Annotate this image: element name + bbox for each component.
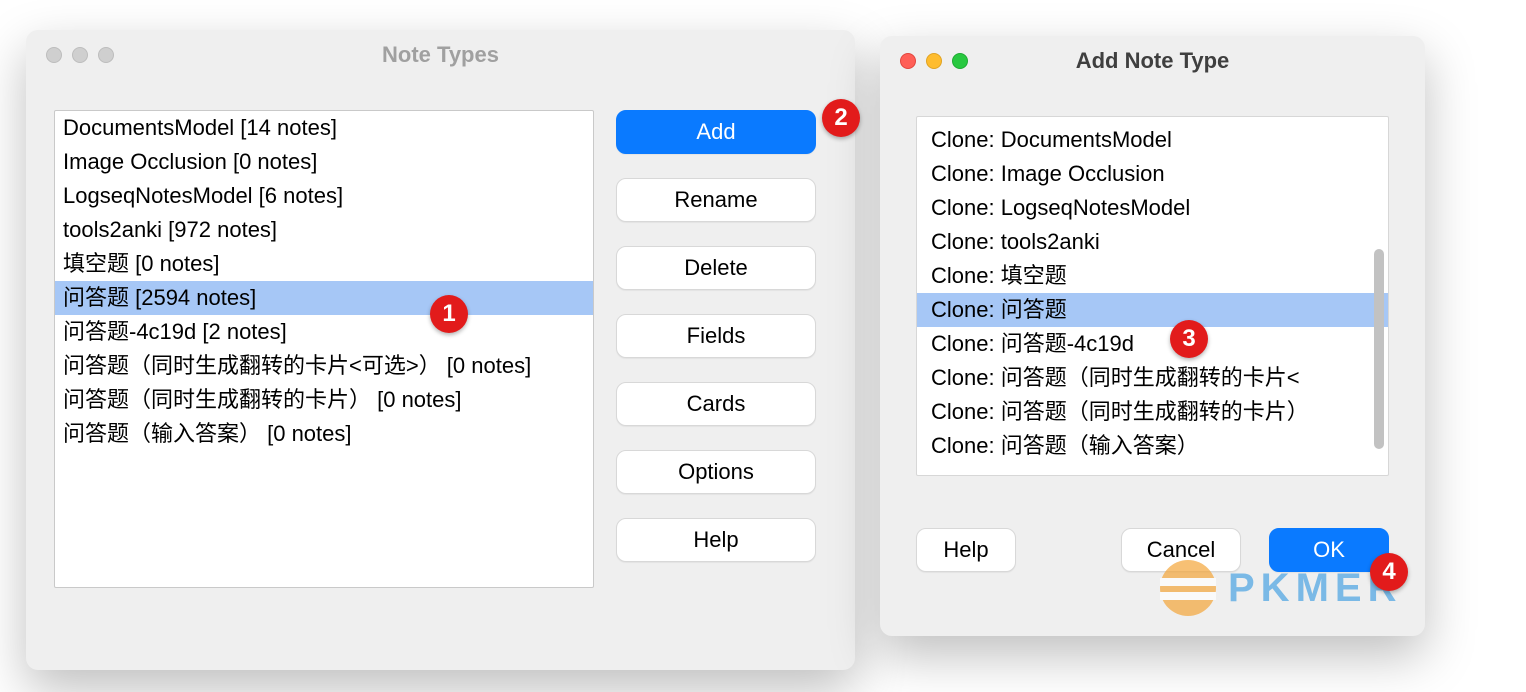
- list-item[interactable]: 问答题（输入答案） [0 notes]: [55, 417, 593, 451]
- window-title: Note Types: [26, 42, 855, 68]
- annotation-badge-4: 4: [1370, 553, 1408, 591]
- list-item[interactable]: Clone: tools2anki: [931, 225, 1382, 259]
- note-types-list[interactable]: DocumentsModel [14 notes]Image Occlusion…: [54, 110, 594, 588]
- list-item[interactable]: LogseqNotesModel [6 notes]: [55, 179, 593, 213]
- dialog-footer: Help Cancel OK: [916, 528, 1389, 572]
- list-item[interactable]: Clone: 问答题（输入答案）: [931, 429, 1382, 463]
- clone-source-list[interactable]: Clone: DocumentsModelClone: Image Occlus…: [916, 116, 1389, 476]
- help-button[interactable]: Help: [616, 518, 816, 562]
- list-item[interactable]: Clone: Image Occlusion: [931, 157, 1382, 191]
- list-item[interactable]: Clone: 填空题: [931, 259, 1382, 293]
- list-item[interactable]: tools2anki [972 notes]: [55, 213, 593, 247]
- titlebar: Add Note Type: [880, 36, 1425, 86]
- list-item[interactable]: Clone: 问答题-4c19d: [931, 327, 1382, 361]
- list-item[interactable]: Clone: DocumentsModel: [931, 123, 1382, 157]
- list-item[interactable]: Clone: 问答题（同时生成翻转的卡片）: [931, 395, 1382, 429]
- delete-button[interactable]: Delete: [616, 246, 816, 290]
- cards-button[interactable]: Cards: [616, 382, 816, 426]
- list-item[interactable]: 问答题-4c19d [2 notes]: [55, 315, 593, 349]
- list-item[interactable]: 问答题（同时生成翻转的卡片<可选>） [0 notes]: [55, 349, 593, 383]
- rename-button[interactable]: Rename: [616, 178, 816, 222]
- list-item[interactable]: Clone: 问答题: [917, 293, 1388, 327]
- annotation-badge-1: 1: [430, 295, 468, 333]
- list-item[interactable]: DocumentsModel [14 notes]: [55, 111, 593, 145]
- titlebar: Note Types: [26, 30, 855, 80]
- window-title: Add Note Type: [880, 48, 1425, 74]
- list-item[interactable]: Clone: 问答题（同时生成翻转的卡片<: [931, 361, 1382, 395]
- note-types-window: Note Types DocumentsModel [14 notes]Imag…: [26, 30, 855, 670]
- add-note-type-window: Add Note Type Clone: DocumentsModelClone…: [880, 36, 1425, 636]
- annotation-badge-3: 3: [1170, 320, 1208, 358]
- list-item[interactable]: 填空题 [0 notes]: [55, 247, 593, 281]
- help-button[interactable]: Help: [916, 528, 1016, 572]
- options-button[interactable]: Options: [616, 450, 816, 494]
- list-item[interactable]: Image Occlusion [0 notes]: [55, 145, 593, 179]
- scrollbar[interactable]: [1374, 249, 1384, 449]
- list-item[interactable]: 问答题（同时生成翻转的卡片） [0 notes]: [55, 383, 593, 417]
- list-item[interactable]: Clone: LogseqNotesModel: [931, 191, 1382, 225]
- add-button[interactable]: Add: [616, 110, 816, 154]
- cancel-button[interactable]: Cancel: [1121, 528, 1241, 572]
- annotation-badge-2: 2: [822, 99, 860, 137]
- fields-button[interactable]: Fields: [616, 314, 816, 358]
- list-item[interactable]: 问答题 [2594 notes]: [55, 281, 593, 315]
- side-buttons: Add Rename Delete Fields Cards Options H…: [616, 110, 816, 588]
